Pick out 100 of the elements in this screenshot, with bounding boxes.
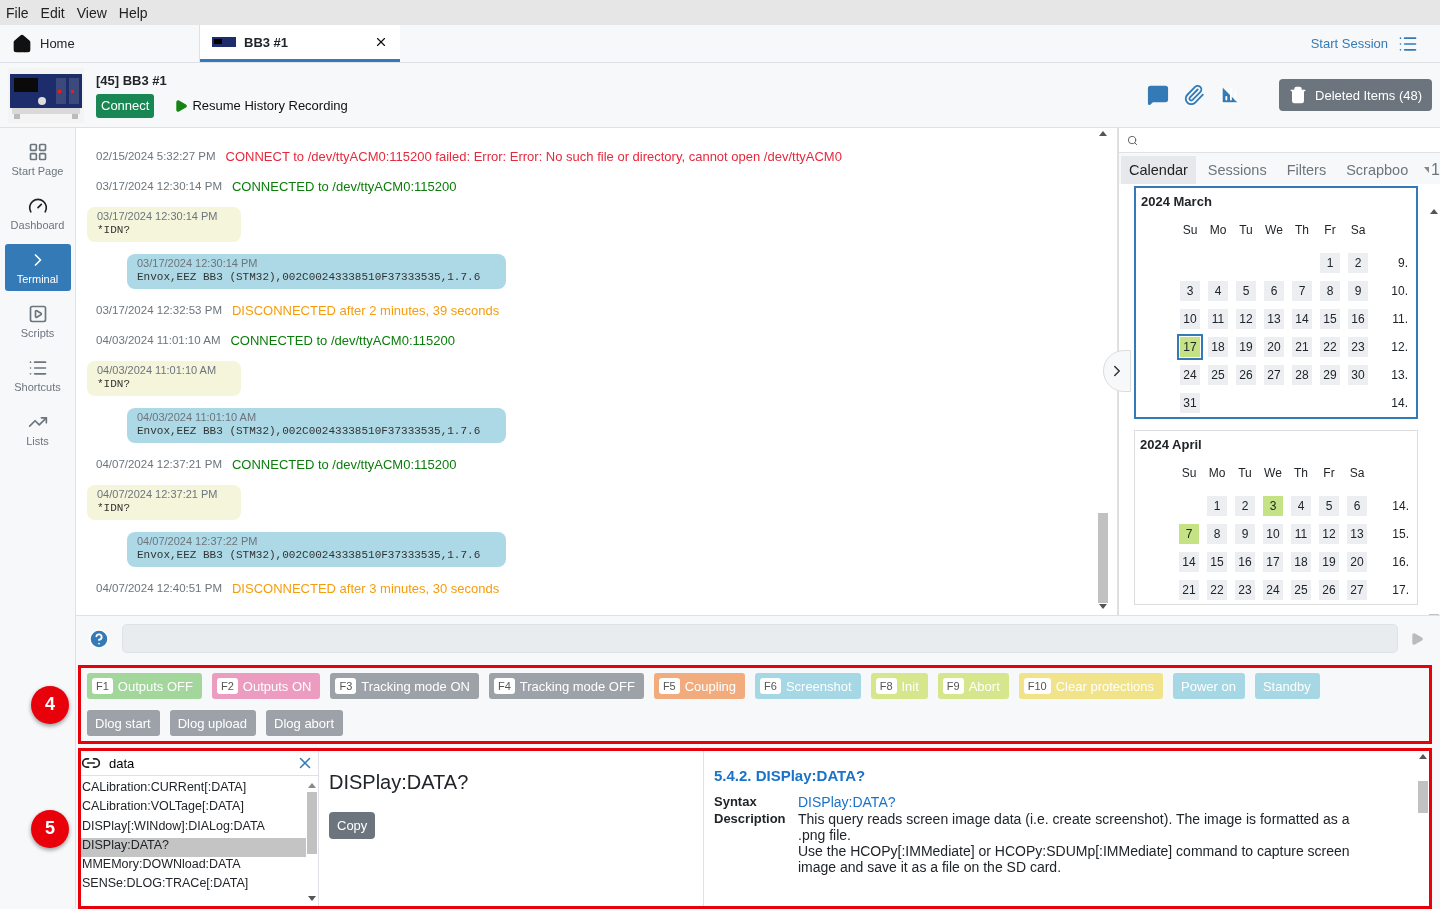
syntax-link[interactable]: DISPlay:DATA? — [798, 794, 896, 810]
command-item[interactable]: CALibration:VOLTage[:DATA] — [81, 799, 306, 819]
calendar-day[interactable]: 1 — [1204, 493, 1230, 519]
tab[interactable]: Sessions — [1199, 156, 1275, 184]
close-icon[interactable] — [374, 35, 388, 49]
calendar-day[interactable]: 4 — [1288, 493, 1314, 519]
command-item[interactable]: SENSe:DLOG:TRACe[:DATA] — [81, 876, 306, 896]
calendar-day[interactable]: 8 — [1317, 278, 1343, 304]
calendar-day[interactable]: 21 — [1289, 334, 1315, 360]
calendar-day[interactable]: 22 — [1317, 334, 1343, 360]
menu-item[interactable]: Edit — [40, 4, 65, 21]
calendar-day[interactable]: 16 — [1232, 549, 1258, 575]
shortcut-button[interactable]: F1 Outputs OFF — [87, 673, 202, 699]
calendar-day[interactable]: 29 — [1317, 362, 1343, 388]
chart-icon[interactable] — [1219, 84, 1242, 106]
help-icon[interactable] — [88, 627, 110, 650]
calendar-day[interactable]: 1 — [1317, 250, 1343, 276]
paperclip-icon[interactable] — [1183, 84, 1206, 106]
chat-icon[interactable] — [1147, 84, 1170, 106]
calendar-day[interactable]: 10 — [1260, 521, 1286, 547]
start-session-link[interactable]: Start Session — [1310, 36, 1388, 51]
calendar-day[interactable]: 28 — [1289, 362, 1315, 388]
tab[interactable]: Calendar — [1121, 156, 1196, 184]
calendar-day[interactable]: 11 — [1205, 306, 1231, 332]
caret-icon[interactable] — [1424, 167, 1430, 173]
calendar-day[interactable]: 14 — [1176, 549, 1202, 575]
calendar-day[interactable]: 11 — [1288, 521, 1314, 547]
calendar-day[interactable]: 26 — [1233, 362, 1259, 388]
calendar-day[interactable]: 12 — [1233, 306, 1259, 332]
command-item[interactable]: DISPlay:DATA? — [81, 837, 306, 858]
shortcut-button[interactable]: F5 Coupling — [653, 673, 746, 699]
menu-item[interactable]: Help — [118, 4, 148, 21]
calendar-day[interactable]: 19 — [1233, 334, 1259, 360]
calendar-day[interactable]: 7 — [1176, 521, 1202, 547]
calendar-day[interactable]: 9 — [1232, 521, 1258, 547]
calendar-day[interactable]: 23 — [1232, 577, 1258, 603]
calendar-day[interactable]: 15 — [1204, 549, 1230, 575]
menu-item[interactable]: File — [6, 4, 29, 21]
sidebar-item[interactable]: Lists — [4, 406, 71, 453]
calendar-day[interactable]: 18 — [1205, 334, 1231, 360]
calendar-day[interactable]: 27 — [1344, 577, 1370, 603]
tab[interactable]: Filters — [1278, 156, 1335, 184]
calendar-day[interactable]: 9 — [1345, 278, 1371, 304]
calendar-day[interactable]: 30 — [1345, 362, 1371, 388]
calendar-day[interactable]: 7 — [1289, 278, 1315, 304]
calendar-day[interactable]: 22 — [1204, 577, 1230, 603]
calendar-day[interactable]: 23 — [1345, 334, 1371, 360]
command-item[interactable]: MMEMory:DOWNload:DATA — [81, 857, 306, 877]
calendar-day[interactable]: 10 — [1177, 306, 1203, 332]
calendar-day[interactable]: 20 — [1344, 549, 1370, 575]
command-item[interactable]: CALibration:CURRent[:DATA] — [81, 780, 306, 800]
tab[interactable]: BB3 #1 — [200, 25, 400, 62]
connect-button[interactable]: Connect — [96, 93, 155, 118]
sidebar-item[interactable]: Start Page — [4, 136, 71, 183]
shortcut-button[interactable]: F8 Init — [870, 673, 928, 699]
tab-overflow[interactable]: 1 — [1431, 161, 1440, 179]
calendar-day[interactable]: 26 — [1316, 577, 1342, 603]
calendar-day[interactable]: 20 — [1261, 334, 1287, 360]
shortcut-button[interactable]: F3 Tracking mode ON — [330, 673, 479, 699]
collapse-button[interactable] — [1103, 350, 1131, 392]
shortcut-button[interactable]: F9 Abort — [937, 673, 1009, 699]
calendar-day[interactable]: 4 — [1205, 278, 1231, 304]
calendar-day[interactable]: 15 — [1317, 306, 1343, 332]
shortcut-button[interactable]: F2 Outputs ON — [212, 673, 321, 699]
copy-button[interactable]: Copy — [329, 812, 376, 839]
calendar-day[interactable]: 19 — [1316, 549, 1342, 575]
calendar-day[interactable]: 14 — [1289, 306, 1315, 332]
search-field[interactable] — [1119, 128, 1440, 153]
calendar-day[interactable]: 5 — [1233, 278, 1259, 304]
sidebar-item[interactable]: Terminal — [4, 244, 71, 291]
calendar-day[interactable]: 13 — [1261, 306, 1287, 332]
calendar-day[interactable]: 3 — [1260, 493, 1286, 519]
shortcut-button[interactable]: F6 Screenshot — [755, 673, 861, 699]
shortcut-button[interactable]: F10 Clear protections — [1018, 673, 1163, 699]
calendar-day[interactable]: 12 — [1316, 521, 1342, 547]
deleted-items-button[interactable]: Deleted Items (48) — [1279, 79, 1432, 111]
calendar-day[interactable]: 5 — [1316, 493, 1342, 519]
tab[interactable]: Scrapboo — [1338, 156, 1417, 184]
calendar-day[interactable]: 2 — [1345, 250, 1371, 276]
calendar-day[interactable]: 6 — [1344, 493, 1370, 519]
command-item[interactable]: DISPlay[:WINdow]:DIALog:DATA — [81, 818, 306, 838]
calendar-day[interactable]: 16 — [1345, 306, 1371, 332]
command-input[interactable] — [122, 624, 1398, 653]
calendar-day[interactable]: 27 — [1261, 362, 1287, 388]
calendar-day[interactable]: 17 — [1177, 334, 1203, 360]
sidebar-item[interactable]: Scripts — [4, 298, 71, 345]
sidebar-item[interactable]: Dashboard — [4, 190, 71, 237]
menu-item[interactable]: View — [76, 4, 107, 21]
calendar-day[interactable]: 21 — [1176, 577, 1202, 603]
calendar-day[interactable]: 24 — [1177, 362, 1203, 388]
calendar-day[interactable]: 3 — [1177, 278, 1203, 304]
calendar-day[interactable]: 25 — [1288, 577, 1314, 603]
calendar-day[interactable]: 13 — [1344, 521, 1370, 547]
calendar-day[interactable]: 24 — [1260, 577, 1286, 603]
calendar-day[interactable]: 31 — [1177, 390, 1203, 416]
resume-history-button[interactable]: Resume History Recording — [174, 98, 348, 113]
calendar-day[interactable]: 17 — [1260, 549, 1286, 575]
calendar-day[interactable]: 8 — [1204, 521, 1230, 547]
sidebar-item[interactable]: Shortcuts — [4, 352, 71, 399]
calendar-day[interactable]: 6 — [1261, 278, 1287, 304]
